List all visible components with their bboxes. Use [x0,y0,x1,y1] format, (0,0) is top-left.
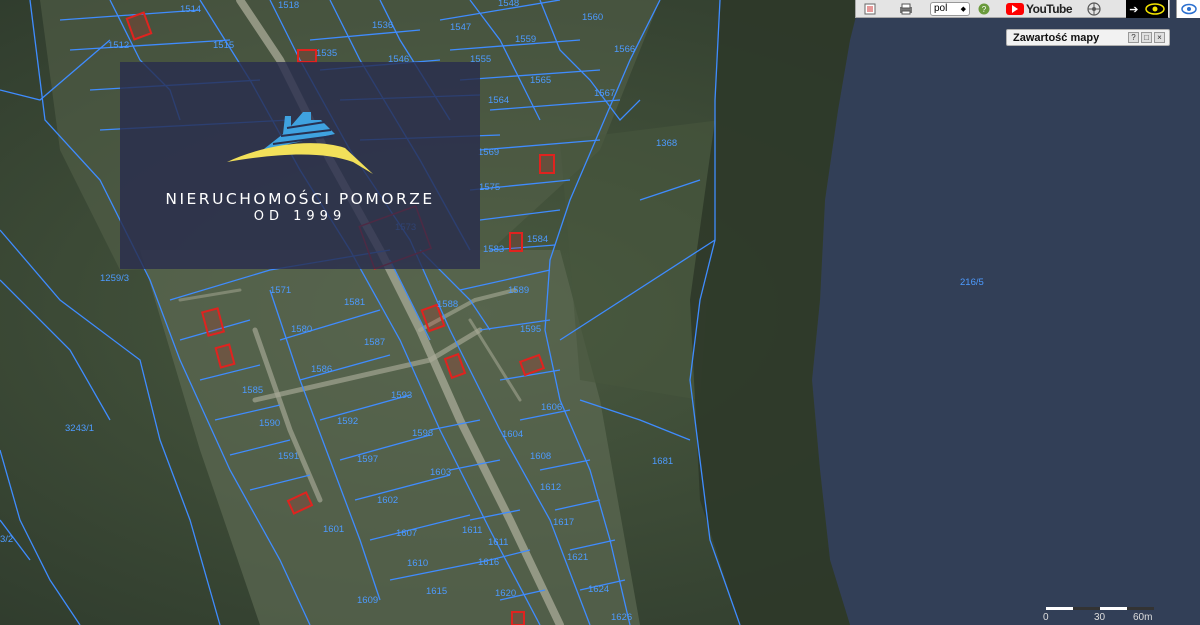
parcel-number: 1368 [656,138,677,149]
parcel-number: 1571 [270,285,291,296]
eye-icon [1145,3,1165,15]
building [509,232,523,252]
parcel-number: 1560 [582,12,603,23]
parcel-number: 1597 [357,454,378,465]
parcel-number: 3/2 [0,534,13,545]
parcel-number: 1259/3 [100,273,129,284]
parcel-number: 1591 [278,451,299,462]
agency-since: OD 1999 [253,209,347,224]
parcel-number: 1603 [430,467,451,478]
panel-help-button[interactable]: ? [1128,32,1139,43]
parcel-number: 1565 [530,75,551,86]
parcel-number: 1548 [498,0,519,9]
map-contents-panel[interactable]: Zawartość mapy ? □ × [1006,29,1170,46]
youtube-link[interactable]: YouTube [1006,1,1073,16]
building [511,611,525,625]
parcel-number: 1590 [259,418,280,429]
parcel-number: 1587 [364,337,385,348]
settings-icon[interactable] [1086,1,1102,16]
parcel-number: 1624 [588,584,609,595]
parcel-number: 1536 [372,20,393,31]
parcel-number: 1581 [344,297,365,308]
parcel-number: 1535 [316,48,337,59]
parcel-number: 3243/1 [65,423,94,434]
map-toolbar: pol ◆ ? YouTube [855,0,1170,18]
parcel-number: 1575 [479,182,500,193]
parcel-number: 1584 [527,234,548,245]
legend-icon[interactable] [862,2,878,16]
parcel-number: 1620 [495,588,516,599]
scale-bar: 0 30 60m [1040,600,1160,625]
logo-swoosh [227,143,373,174]
parcel-number: 1602 [377,495,398,506]
parcel-number: 1585 [242,385,263,396]
arrow-right-icon: ➔ [1129,3,1139,16]
parcel-number: 216/5 [960,277,984,288]
parcel-number: 1567 [594,88,615,99]
scale-bar-line [1046,607,1154,610]
parcel-number: 1588 [437,299,458,310]
parcel-number: 1611 [488,537,508,548]
parcel-number: 1564 [488,95,509,106]
parcel-number: 1606 [541,402,562,413]
parcel-number: 1512 [108,40,129,51]
print-icon[interactable] [898,2,914,16]
parcel-number: 1518 [278,0,299,11]
parcel-number: 1559 [515,34,536,45]
parcel-number: 1621 [567,552,588,563]
panel-close-button[interactable]: × [1154,32,1165,43]
parcel-number: 1515 [213,40,234,51]
parcel-number: 1615 [426,586,447,597]
accessibility-button[interactable]: ➔ [1126,0,1168,18]
parcel-number: 1593 [391,390,412,401]
parcel-number: 1586 [311,364,332,375]
parcel-number: 1566 [614,44,635,55]
scale-label: 0 [1043,612,1049,623]
parcel-number: 1601 [323,524,344,535]
language-select[interactable]: pol ◆ [930,1,970,16]
eye-icon [1181,3,1197,15]
scale-label: 30 [1094,612,1106,623]
parcel-number: 1612 [540,482,561,493]
parcel-number: 1610 [407,558,428,569]
parcel-number: 1589 [508,285,529,296]
parcel-number: 1607 [396,528,417,539]
building [539,154,555,174]
agency-logo-overlay: NIERUCHOMOŚCI POMORZE OD 1999 [120,62,480,269]
lake [812,0,1200,625]
select-arrows-icon: ◆ [960,5,966,13]
panel-maximize-button[interactable]: □ [1141,32,1152,43]
scale-label: 60m [1133,612,1153,623]
parcel-number: 1611 [462,525,482,536]
parcel-number: 1598 [412,428,433,439]
youtube-label: YouTube [1026,1,1073,16]
parcel-number: 1617 [553,517,574,528]
parcel-number: 1608 [530,451,551,462]
agency-name: NIERUCHOMOŚCI POMORZE [165,190,435,208]
panel-title: Zawartość mapy [1013,31,1100,44]
parcel-number: 1609 [357,595,378,606]
building [297,49,317,63]
parcel-number: 1604 [502,429,523,440]
parcel-number: 1580 [291,324,312,335]
parcel-number: 1616 [478,557,499,568]
language-value: pol [934,3,948,14]
parcel-number: 1592 [337,416,358,427]
parcel-number: 1514 [180,4,201,15]
youtube-icon [1006,2,1024,15]
parcel-number: 1595 [520,324,541,335]
parcel-number: 1569 [478,147,499,158]
help-icon[interactable]: ? [976,2,992,16]
parcel-number: 1547 [450,22,471,33]
parcel-number: 1626 [611,612,632,623]
parcel-number: 1583 [483,244,504,255]
svg-text:?: ? [982,5,987,14]
house-logo-icon [227,112,373,174]
visibility-toggle[interactable] [1176,0,1200,18]
parcel-number: 1681 [652,456,673,467]
